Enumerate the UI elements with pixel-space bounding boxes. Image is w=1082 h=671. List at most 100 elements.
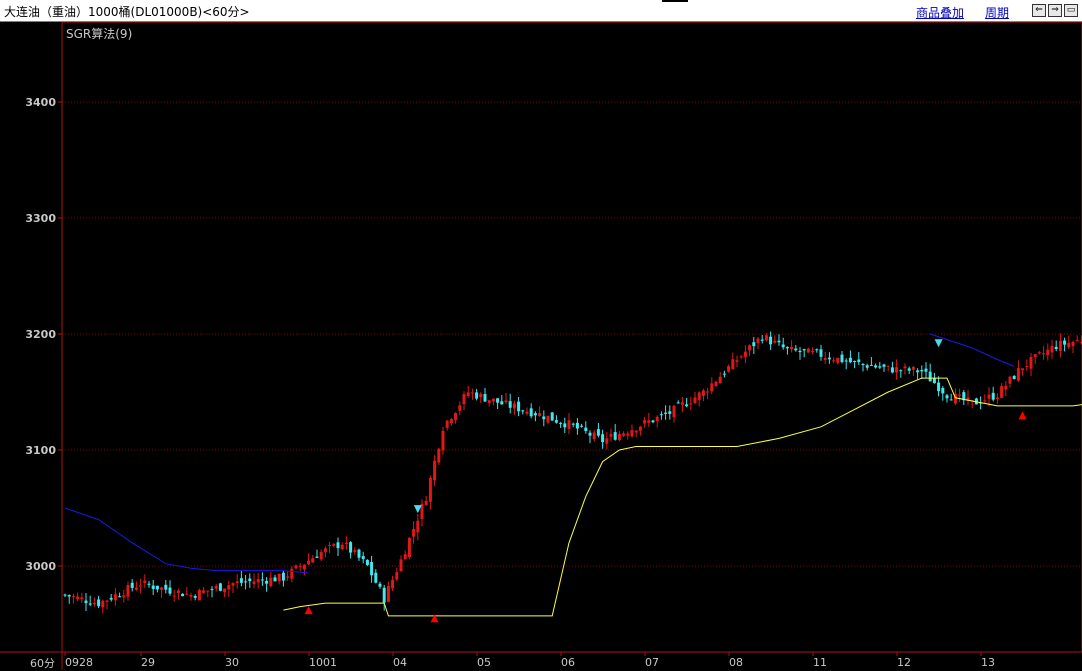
candle-body-116 bbox=[550, 412, 554, 421]
candle-body-84 bbox=[416, 520, 420, 533]
candle-body-189 bbox=[857, 359, 861, 363]
candle-body-97 bbox=[470, 392, 474, 394]
candle-body-124 bbox=[584, 427, 588, 431]
candle-body-22 bbox=[155, 585, 159, 590]
x-tick-label-11: 13 bbox=[981, 656, 995, 669]
candle-body-174 bbox=[794, 348, 798, 351]
candle-body-221 bbox=[991, 392, 995, 400]
candle-body-194 bbox=[878, 366, 882, 368]
candle-body-118 bbox=[559, 422, 563, 424]
candle-body-213 bbox=[958, 394, 962, 396]
scroll-right-button[interactable]: ⇒ bbox=[1048, 4, 1062, 17]
candle-body-196 bbox=[886, 365, 890, 367]
candle-body-157 bbox=[722, 373, 726, 375]
candle-body-148 bbox=[685, 404, 689, 407]
candle-body-17 bbox=[134, 587, 138, 590]
candle-body-198 bbox=[895, 367, 899, 373]
candle-body-36 bbox=[214, 586, 218, 589]
candle-body-172 bbox=[785, 347, 789, 349]
candle-body-171 bbox=[781, 344, 785, 348]
candle-body-11 bbox=[109, 597, 113, 600]
candle-body-177 bbox=[806, 348, 810, 353]
candle-body-6 bbox=[88, 603, 92, 605]
candle-body-187 bbox=[848, 357, 852, 363]
candle-body-164 bbox=[752, 342, 756, 347]
candle-body-51 bbox=[277, 573, 281, 582]
candle-body-50 bbox=[273, 577, 277, 582]
candle-body-233 bbox=[1042, 353, 1046, 355]
x-tick-label-9: 11 bbox=[813, 656, 827, 669]
candle-body-193 bbox=[874, 365, 878, 368]
candle-body-202 bbox=[911, 367, 915, 370]
candle-body-23 bbox=[160, 587, 164, 590]
candle-body-201 bbox=[907, 368, 911, 371]
candle-body-13 bbox=[118, 596, 122, 598]
candle-body-27 bbox=[176, 590, 180, 593]
candle-body-105 bbox=[504, 400, 508, 403]
y-tick-label-3100: 3100 bbox=[25, 444, 56, 457]
candle-body-132 bbox=[617, 434, 621, 441]
candle-body-197 bbox=[890, 367, 894, 373]
candle-body-72 bbox=[365, 559, 369, 565]
chart-area[interactable]: 3000 3100 3200 3300 3400 0928 29 30 1001 04 05 06 07… bbox=[0, 22, 1082, 670]
candle-body-37 bbox=[218, 583, 222, 591]
x-tick-label-3: 1001 bbox=[309, 656, 337, 669]
candle-body-223 bbox=[1000, 386, 1004, 398]
candle-body-48 bbox=[265, 580, 269, 584]
candle-body-88 bbox=[433, 460, 437, 481]
candle-body-62 bbox=[323, 548, 327, 553]
candle-body-12 bbox=[113, 594, 117, 601]
candle-body-122 bbox=[575, 422, 579, 429]
candle-body-49 bbox=[269, 577, 273, 587]
top-marker bbox=[662, 0, 688, 2]
candle-body-4 bbox=[80, 597, 84, 599]
x-tick-label-8: 08 bbox=[729, 656, 743, 669]
candle-body-181 bbox=[823, 357, 827, 360]
candle-body-241 bbox=[1075, 340, 1079, 342]
candle-body-121 bbox=[571, 423, 575, 425]
candle-body-107 bbox=[512, 403, 516, 409]
candle-body-207 bbox=[932, 378, 936, 384]
candle-body-134 bbox=[626, 433, 630, 436]
candle-body-211 bbox=[949, 399, 953, 401]
candle-body-113 bbox=[538, 413, 542, 417]
candle-body-24 bbox=[164, 584, 168, 590]
candle-body-200 bbox=[903, 366, 907, 369]
candle-body-21 bbox=[151, 585, 155, 589]
candle-body-165 bbox=[756, 338, 760, 344]
candle-body-160 bbox=[735, 360, 739, 362]
candle-body-102 bbox=[491, 398, 495, 402]
candle-body-89 bbox=[437, 448, 441, 463]
candle-body-26 bbox=[172, 595, 176, 597]
scroll-left-button[interactable]: ⇐ bbox=[1032, 4, 1046, 17]
candle-body-44 bbox=[248, 578, 252, 582]
candle-body-182 bbox=[827, 357, 831, 360]
candle-body-141 bbox=[655, 416, 659, 422]
candle-body-234 bbox=[1046, 349, 1050, 356]
footer-period-label: 60分 bbox=[30, 657, 55, 670]
candle-body-59 bbox=[311, 558, 315, 563]
candle-body-83 bbox=[412, 528, 416, 537]
candle-body-29 bbox=[185, 593, 189, 595]
candle-body-186 bbox=[844, 360, 848, 362]
candle-body-239 bbox=[1067, 342, 1071, 348]
candle-body-179 bbox=[815, 349, 819, 351]
candle-body-15 bbox=[126, 585, 130, 597]
candle-body-73 bbox=[370, 562, 374, 576]
candle-body-128 bbox=[601, 434, 605, 443]
candle-body-153 bbox=[706, 391, 710, 393]
candle-body-166 bbox=[760, 339, 764, 341]
candle-body-151 bbox=[697, 392, 701, 400]
candle-body-208 bbox=[937, 382, 941, 392]
candle-body-32 bbox=[197, 589, 201, 601]
candle-body-56 bbox=[298, 566, 302, 568]
window-toggle-button[interactable]: ▭ bbox=[1064, 4, 1078, 17]
candle-body-66 bbox=[340, 544, 344, 550]
candle-body-0 bbox=[63, 594, 67, 596]
candle-body-54 bbox=[290, 568, 294, 579]
candle-body-91 bbox=[445, 420, 449, 428]
candle-body-14 bbox=[122, 595, 126, 598]
period-link[interactable]: 周期 bbox=[985, 4, 1009, 21]
candle-body-183 bbox=[832, 360, 836, 362]
overlay-link[interactable]: 商品叠加 bbox=[916, 4, 964, 21]
